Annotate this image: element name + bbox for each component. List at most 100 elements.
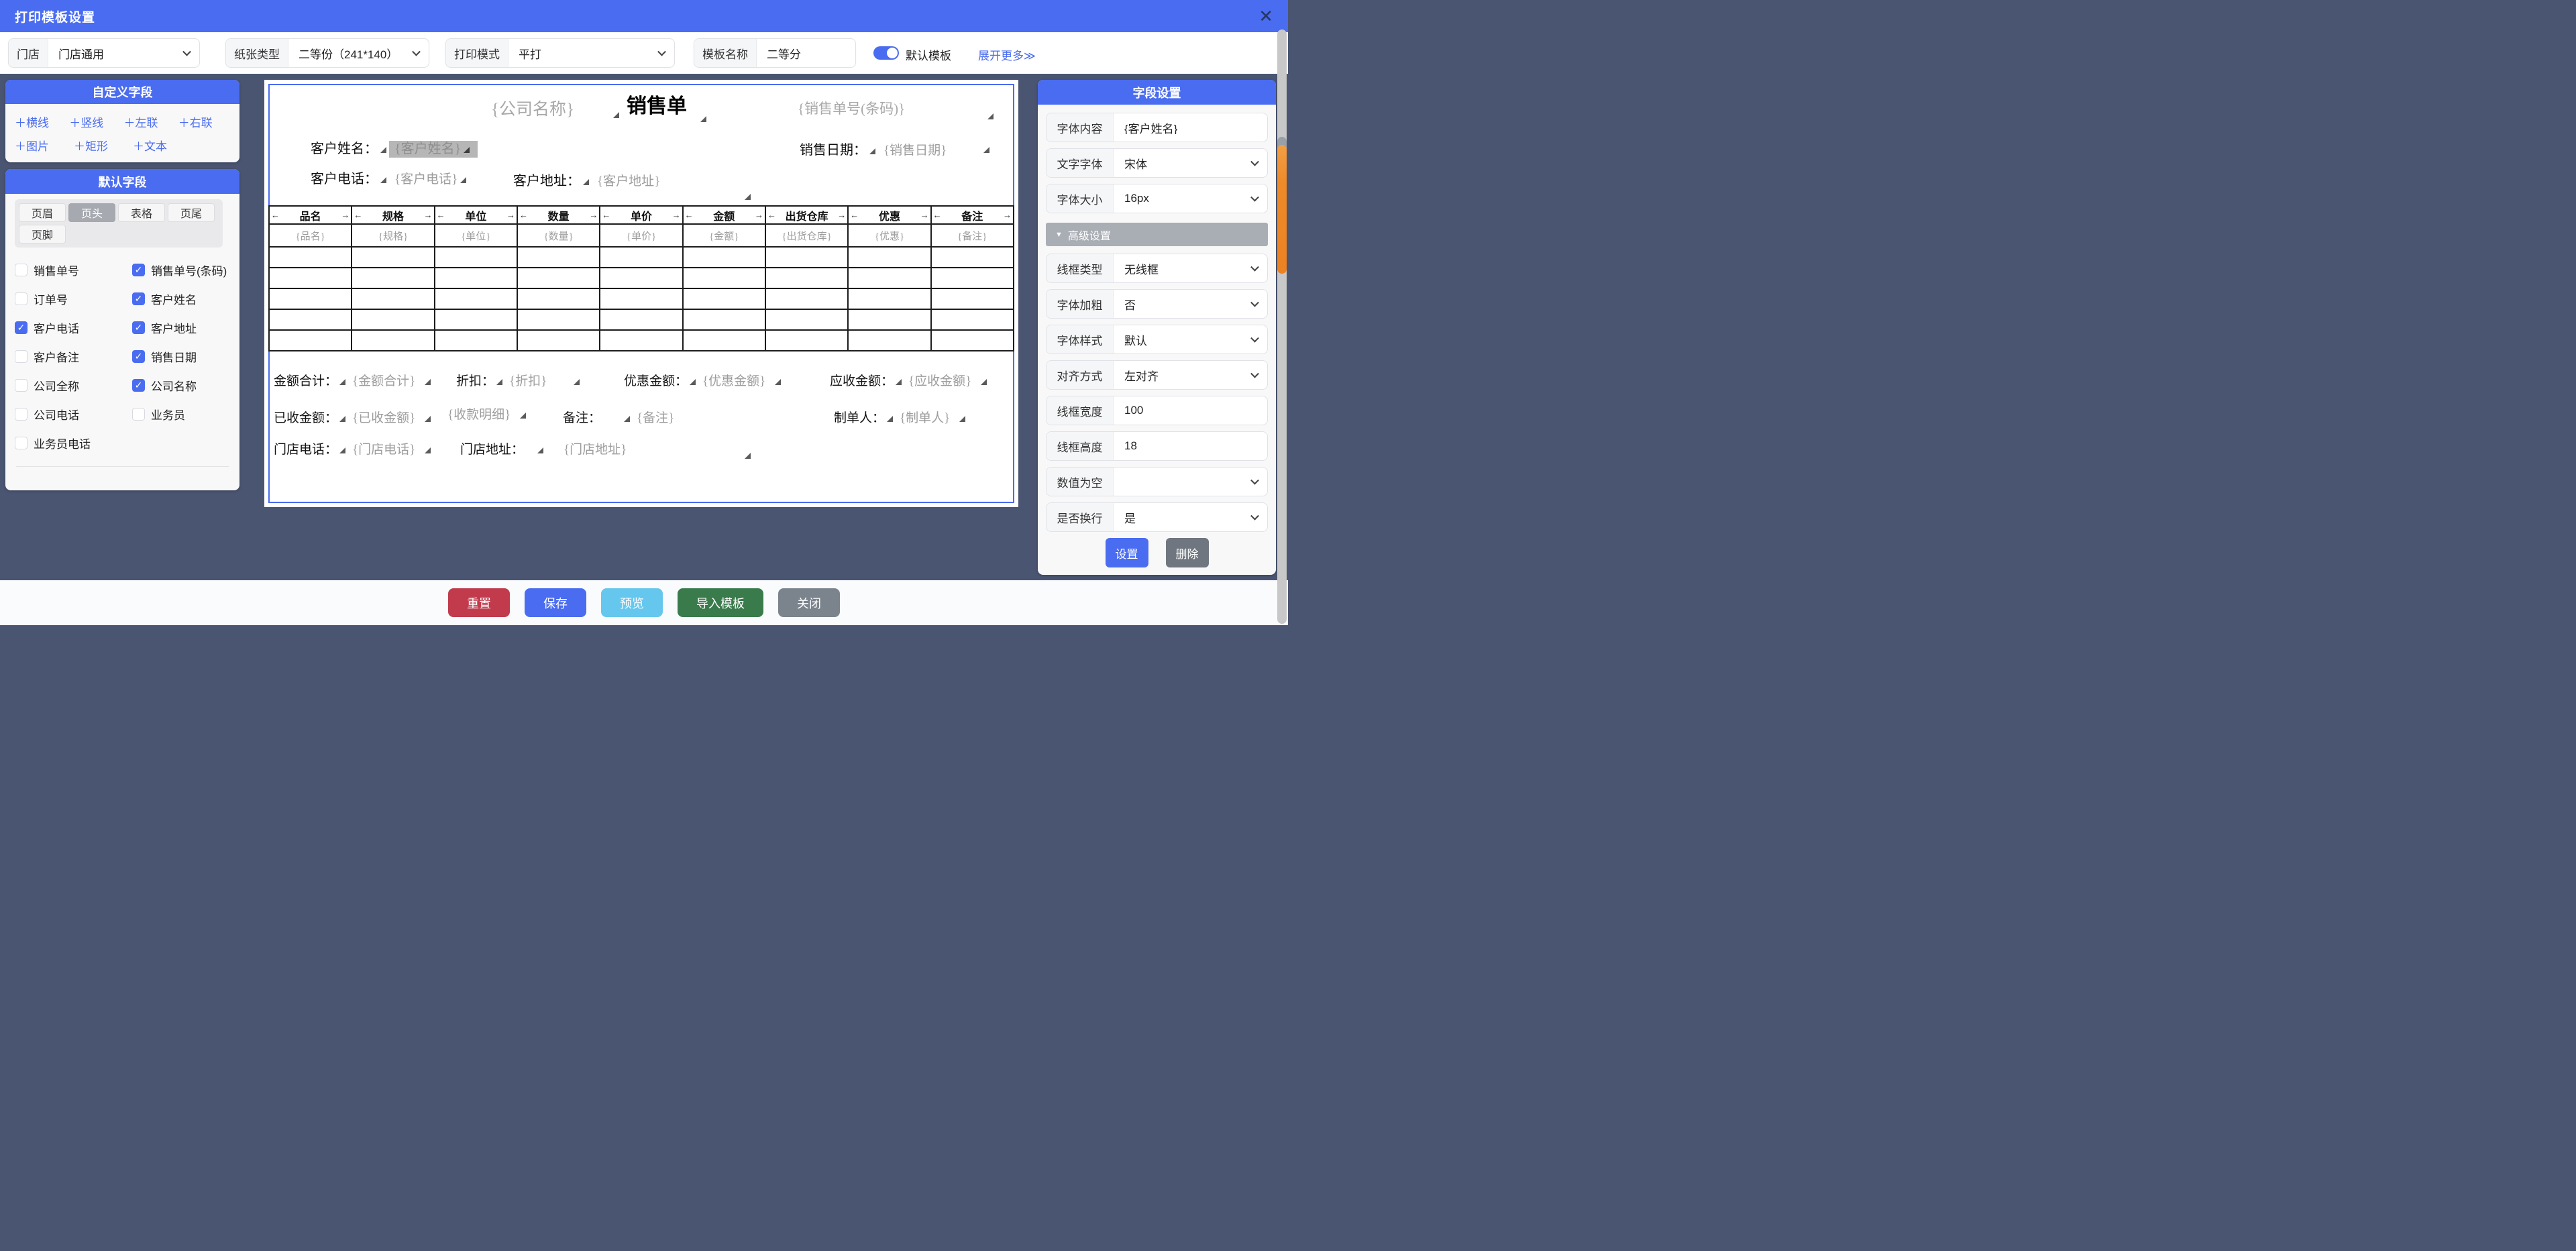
- cell-placeholder[interactable]: {单价}: [600, 224, 682, 247]
- font-bold-select[interactable]: 字体加粗 否: [1046, 289, 1268, 319]
- cell-placeholder[interactable]: {优惠}: [848, 224, 930, 247]
- col-resize-left-icon[interactable]: ←: [437, 210, 445, 221]
- paper-type-value[interactable]: 二等份（241*140）: [288, 39, 429, 67]
- font-family-select[interactable]: 文字字体 宋体: [1046, 148, 1268, 178]
- add-vline-link[interactable]: ＋竖线: [69, 113, 123, 130]
- payment-detail-field[interactable]: {收款明细}: [447, 404, 526, 423]
- add-hline-link[interactable]: ＋横线: [15, 113, 69, 130]
- cell-placeholder[interactable]: {品名}: [269, 224, 352, 247]
- print-mode-value[interactable]: 平打: [508, 39, 674, 67]
- resize-handle[interactable]: [775, 379, 781, 385]
- remark-field[interactable]: 备注：{备注}: [563, 408, 674, 426]
- checkbox-salesman-phone[interactable]: ✓业务员电话: [15, 435, 132, 450]
- col-单价[interactable]: ←单价→: [600, 206, 682, 224]
- save-button[interactable]: 保存: [525, 588, 586, 617]
- checkbox-sales-no[interactable]: ✓销售单号: [15, 262, 132, 277]
- company-name-field[interactable]: {公司名称}: [491, 96, 574, 120]
- advanced-settings-toggle[interactable]: ▼ 高级设置: [1046, 223, 1268, 246]
- store-addr-field[interactable]: 门店地址：{门店地址}: [460, 439, 627, 457]
- discount-field[interactable]: 折扣：{折扣}: [456, 371, 580, 389]
- tab-page-bottom[interactable]: 页尾: [168, 203, 215, 222]
- checkbox-customer-remark[interactable]: ✓客户备注: [15, 349, 132, 364]
- resize-handle[interactable]: [745, 194, 751, 200]
- cell-placeholder[interactable]: {单位}: [435, 224, 517, 247]
- checkbox-icon[interactable]: ✓: [15, 437, 28, 449]
- order-no-barcode-field[interactable]: {销售单号(条码)}: [798, 98, 905, 118]
- checkbox-icon[interactable]: ✓: [132, 321, 145, 334]
- resize-handle[interactable]: [574, 379, 580, 385]
- checkbox-company-fullname[interactable]: ✓公司全称: [15, 378, 132, 392]
- customer-phone-field[interactable]: 客户电话：{客户电话}: [311, 168, 469, 187]
- col-resize-right-icon[interactable]: →: [424, 210, 433, 221]
- col-resize-right-icon[interactable]: →: [837, 210, 846, 221]
- checkbox-icon[interactable]: ✓: [15, 292, 28, 305]
- resize-handle[interactable]: [624, 416, 630, 422]
- col-resize-left-icon[interactable]: ←: [685, 210, 694, 221]
- resize-handle[interactable]: [690, 379, 696, 385]
- border-height-input[interactable]: [1124, 439, 1247, 453]
- resize-handle[interactable]: [496, 379, 502, 385]
- received-field[interactable]: 已收金额：{已收金额}: [274, 408, 431, 426]
- total-amount-field[interactable]: 金额合计：{金额合计}: [274, 371, 431, 389]
- col-resize-right-icon[interactable]: →: [920, 210, 929, 221]
- col-resize-left-icon[interactable]: ←: [767, 210, 776, 221]
- checkbox-customer-phone[interactable]: ✓客户电话: [15, 320, 132, 335]
- cell-placeholder[interactable]: {出货仓库}: [765, 224, 848, 247]
- cell-placeholder[interactable]: {金额}: [683, 224, 765, 247]
- resize-handle[interactable]: [887, 416, 893, 422]
- print-mode-select[interactable]: 打印模式 平打: [445, 38, 675, 68]
- resize-handle[interactable]: [537, 447, 543, 453]
- wrap-select[interactable]: 是否换行 是: [1046, 502, 1268, 532]
- cell-placeholder[interactable]: {备注}: [931, 224, 1014, 247]
- default-template-toggle[interactable]: [873, 46, 899, 60]
- customer-name-field[interactable]: 客户姓名：{客户姓名}: [311, 138, 478, 157]
- align-select[interactable]: 对齐方式 左对齐: [1046, 360, 1268, 390]
- col-resize-right-icon[interactable]: →: [755, 210, 763, 221]
- sales-date-field[interactable]: 销售日期：{销售日期}: [800, 139, 947, 158]
- col-resize-left-icon[interactable]: ←: [602, 210, 610, 221]
- template-canvas[interactable]: {公司名称} 销售单 {销售单号(条码)} 客户姓名：{客户姓名} 销售日期：{…: [264, 80, 1018, 507]
- selected-field-box[interactable]: {客户姓名}: [389, 141, 478, 158]
- col-resize-left-icon[interactable]: ←: [519, 210, 528, 221]
- store-value[interactable]: 门店通用: [48, 39, 199, 67]
- customer-addr-field[interactable]: 客户地址：{客户地址}: [513, 170, 660, 189]
- tab-table[interactable]: 表格: [118, 203, 165, 222]
- checkbox-icon[interactable]: ✓: [132, 292, 145, 305]
- font-content-field[interactable]: 字体内容: [1046, 113, 1268, 142]
- checkbox-customer-name[interactable]: ✓客户姓名: [132, 291, 230, 306]
- checkbox-icon[interactable]: ✓: [15, 408, 28, 421]
- col-resize-left-icon[interactable]: ←: [850, 210, 859, 221]
- template-name-input[interactable]: [767, 46, 847, 60]
- checkbox-icon[interactable]: ✓: [132, 350, 145, 363]
- doc-title-field[interactable]: 销售单: [627, 89, 687, 119]
- tab-page-footer[interactable]: 页脚: [19, 225, 66, 243]
- col-金额[interactable]: ←金额→: [683, 206, 765, 224]
- col-resize-left-icon[interactable]: ←: [933, 210, 942, 221]
- col-resize-right-icon[interactable]: →: [672, 210, 681, 221]
- border-width-field[interactable]: 线框宽度: [1046, 396, 1268, 425]
- items-table[interactable]: ←品名→ ←规格→ ←单位→ ←数量→ ←单价→ ←金额→ ←出货仓库→ ←优惠…: [268, 205, 1014, 351]
- add-image-link[interactable]: ＋图片: [15, 137, 74, 154]
- checkbox-icon[interactable]: ✓: [15, 264, 28, 276]
- store-select[interactable]: 门店 门店通用: [8, 38, 200, 68]
- col-resize-left-icon[interactable]: ←: [354, 210, 362, 221]
- resize-handle[interactable]: [745, 453, 751, 459]
- resize-handle[interactable]: [981, 379, 987, 385]
- template-name-field[interactable]: 模板名称: [694, 38, 856, 68]
- import-template-button[interactable]: 导入模板: [678, 588, 763, 617]
- checkbox-sales-no-barcode[interactable]: ✓销售单号(条码): [132, 262, 230, 277]
- checkbox-icon[interactable]: ✓: [15, 350, 28, 363]
- resize-handle[interactable]: [700, 116, 706, 122]
- tab-page-header[interactable]: 页眉: [19, 203, 66, 222]
- resize-handle[interactable]: [380, 177, 386, 183]
- cell-placeholder[interactable]: {数量}: [517, 224, 600, 247]
- resize-handle[interactable]: [959, 416, 965, 422]
- resize-handle[interactable]: [983, 147, 989, 153]
- resize-handle[interactable]: [425, 379, 431, 385]
- store-phone-field[interactable]: 门店电话：{门店电话}: [274, 439, 431, 457]
- border-type-select[interactable]: 线框类型 无线框: [1046, 254, 1268, 283]
- checkbox-icon[interactable]: ✓: [15, 379, 28, 392]
- col-品名[interactable]: ←品名→: [269, 206, 352, 224]
- checkbox-company-name[interactable]: ✓公司名称: [132, 378, 230, 392]
- font-size-select[interactable]: 字体大小 16px: [1046, 184, 1268, 213]
